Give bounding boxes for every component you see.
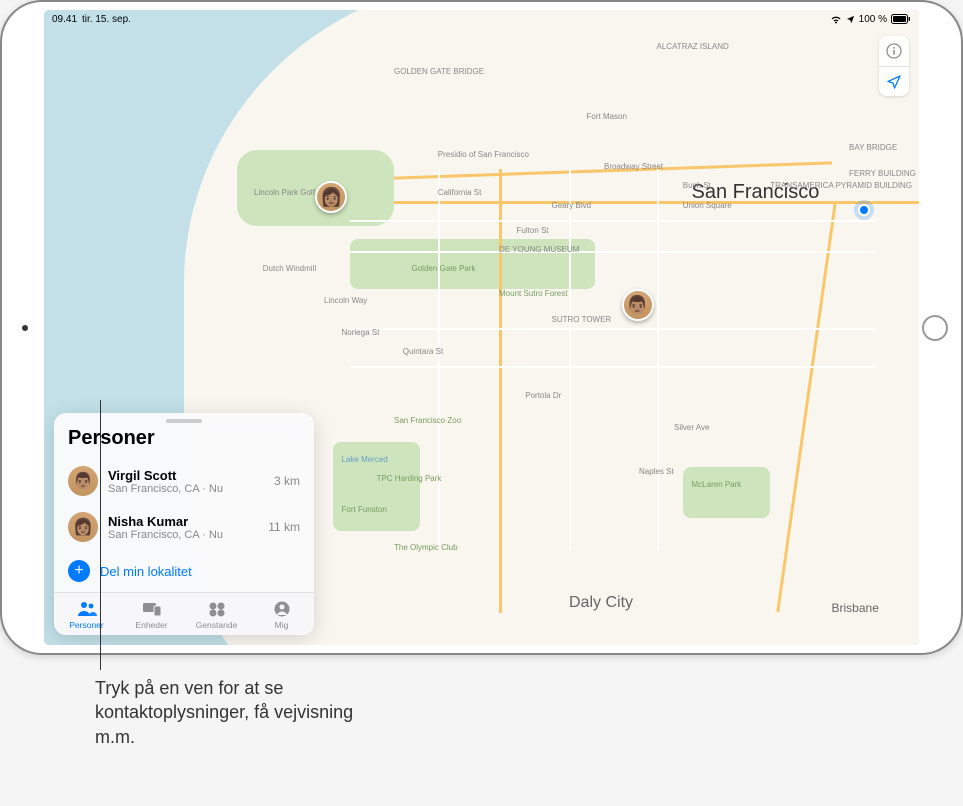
tab-me[interactable]: Mig [249, 593, 314, 635]
home-button[interactable] [922, 315, 948, 341]
map-poi: Dutch Windmill [263, 264, 316, 273]
map-poi: TRANSAMERICA PYRAMID BUILDING [770, 181, 912, 190]
person-sub: San Francisco, CA · Nu [108, 483, 264, 495]
panel-title: Personer [54, 427, 314, 458]
wifi-icon [830, 15, 842, 24]
ipad-device-frame: San Francisco Daly City Brisbane ALCATRA… [0, 0, 963, 655]
map-poi: GOLDEN GATE BRIDGE [394, 67, 484, 76]
panel-grabber[interactable] [166, 419, 202, 423]
map-pin-person-2[interactable]: 👨🏽 [622, 289, 654, 321]
screen: San Francisco Daly City Brisbane ALCATRA… [44, 10, 919, 645]
map-poi: California St [438, 188, 482, 197]
map-locate-button[interactable] [879, 66, 909, 96]
tab-label: Mig [275, 620, 289, 630]
items-icon [208, 599, 226, 619]
map-poi: SUTRO TOWER [552, 315, 612, 324]
map-label-brisbane: Brisbane [832, 601, 879, 615]
map-poi: Presidio of San Francisco [438, 150, 529, 159]
status-battery: 100 % [859, 14, 887, 25]
map-poi: Bush St [683, 181, 711, 190]
tab-people[interactable]: Personer [54, 593, 119, 635]
map-poi: Fort Funston [342, 505, 387, 514]
map-poi: ALCATRAZ ISLAND [657, 42, 729, 51]
map-poi: Mount Sutro Forest [499, 289, 567, 298]
tab-label: Personer [69, 620, 104, 630]
map-poi: Geary Blvd [552, 201, 592, 210]
tab-label: Enheder [135, 620, 167, 630]
map-poi: Noriega St [342, 328, 380, 337]
share-label: Del min lokalitet [100, 564, 192, 579]
person-row[interactable]: 👩🏽 Nisha Kumar San Francisco, CA · Nu 11… [54, 504, 314, 550]
plus-icon: + [68, 560, 90, 582]
tab-bar: Personer Enheder Genstande [54, 592, 314, 635]
map-poi: Union Square [683, 201, 732, 210]
map-poi: McLaren Park [692, 480, 742, 489]
map-poi: Broadway Street [604, 162, 663, 171]
callout-line [100, 400, 101, 670]
person-name: Virgil Scott [108, 468, 264, 483]
location-indicator-icon [846, 15, 855, 24]
screen-bezel: San Francisco Daly City Brisbane ALCATRA… [44, 10, 919, 645]
person-name: Nisha Kumar [108, 514, 258, 529]
map-poi: TPC Harding Park [377, 474, 442, 483]
map-poi: The Olympic Club [394, 543, 458, 552]
battery-icon [891, 14, 911, 24]
tab-items[interactable]: Genstande [184, 593, 249, 635]
map-poi: Quintara St [403, 347, 443, 356]
people-panel: Personer 👨🏽 Virgil Scott San Francisco, … [54, 413, 314, 635]
person-sub: San Francisco, CA · Nu [108, 529, 258, 541]
callout-text: Tryk på en ven for at se kontaktoplysnin… [95, 676, 395, 749]
status-time: 09.41 [52, 14, 77, 25]
map-poi: Naples St [639, 467, 674, 476]
tab-devices[interactable]: Enheder [119, 593, 184, 635]
share-location-button[interactable]: + Del min lokalitet [54, 550, 314, 592]
me-icon [274, 599, 290, 619]
map-poi: Golden Gate Park [412, 264, 476, 273]
person-distance: 11 km [268, 520, 300, 534]
avatar: 👩🏽 [68, 512, 98, 542]
map-poi: Portola Dr [525, 391, 561, 400]
tab-label: Genstande [196, 620, 238, 630]
map-label-daly: Daly City [569, 594, 633, 612]
map-poi: Fulton St [517, 226, 549, 235]
person-distance: 3 km [274, 474, 300, 488]
map-poi: DE YOUNG MUSEUM [499, 245, 579, 254]
status-bar: 09.41 tir. 15. sep. 100 % [44, 10, 919, 28]
map-poi: San Francisco Zoo [394, 416, 461, 425]
map-poi: BAY BRIDGE [849, 143, 897, 152]
map-poi: Fort Mason [587, 112, 627, 121]
front-camera [22, 325, 28, 331]
map-info-button[interactable] [879, 36, 909, 66]
map-poi: FERRY BUILDING [849, 169, 916, 178]
avatar: 👨🏽 [68, 466, 98, 496]
status-date: tir. 15. sep. [82, 14, 131, 25]
map-controls [879, 36, 909, 96]
person-row[interactable]: 👨🏽 Virgil Scott San Francisco, CA · Nu 3… [54, 458, 314, 504]
map-poi: Silver Ave [674, 423, 709, 432]
map-poi: Lake Merced [342, 455, 388, 464]
map-current-location [858, 204, 870, 216]
people-icon [77, 599, 97, 619]
map-poi: Lincoln Way [324, 296, 367, 305]
devices-icon [142, 599, 162, 619]
